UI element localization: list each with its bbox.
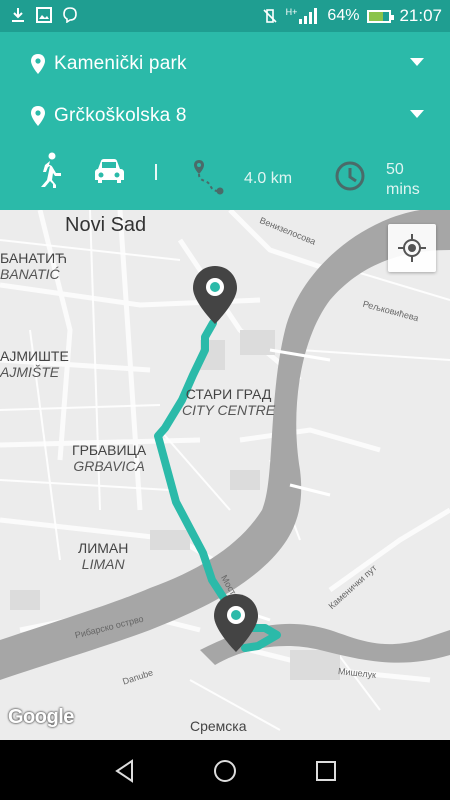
origin-selector[interactable]: Kamenički park <box>30 44 430 84</box>
location-pin-icon <box>31 54 45 74</box>
car-mode-icon[interactable] <box>92 158 126 186</box>
viber-icon <box>63 7 77 23</box>
destination-text: Grčkoškolska 8 <box>54 105 187 126</box>
mode-divider <box>155 164 157 180</box>
district-label: ГРБАВИЦА GRBAVICA <box>72 442 147 474</box>
clock-time: 21:07 <box>399 6 442 25</box>
battery-icon <box>367 9 395 23</box>
duration-value: 50 <box>386 161 404 178</box>
battery-percent: 64% <box>327 7 360 24</box>
duration-unit: mins <box>386 181 420 198</box>
duration: 50 mins <box>386 160 420 200</box>
crosshair-icon <box>398 234 426 262</box>
distance-value: 4.0 km <box>244 170 293 187</box>
city-label: Novi Sad <box>65 214 147 236</box>
walk-mode-icon[interactable] <box>36 152 66 188</box>
image-icon <box>36 7 52 23</box>
destination-selector[interactable]: Grčkoškolska 8 <box>30 96 430 136</box>
home-icon[interactable] <box>212 758 238 784</box>
travel-mode-bar: 4.0 km 50 mins <box>0 150 450 202</box>
dropdown-arrow-icon[interactable] <box>410 110 424 118</box>
district-label: АЈМИШТЕ AJMIŠTE <box>0 348 69 380</box>
district-label: Сремска <box>190 718 247 734</box>
status-bar: H+ 64% 21:07 <box>0 0 450 32</box>
district-label: СТАРИ ГРАД CITY CENTRE <box>182 386 276 418</box>
route-header: Kamenički park Grčkoškolska 8 4.0 km 50 … <box>0 32 450 210</box>
my-location-button[interactable] <box>388 224 436 272</box>
dropdown-arrow-icon[interactable] <box>410 58 424 66</box>
origin-text: Kamenički park <box>54 53 187 74</box>
download-icon <box>12 8 24 22</box>
map-canvas <box>0 210 450 731</box>
signal-icon <box>299 8 319 24</box>
location-pin-icon <box>31 106 45 126</box>
recents-icon[interactable] <box>313 758 339 784</box>
clock-icon <box>335 161 365 191</box>
google-logo: Google <box>8 706 74 728</box>
route-distance-icon <box>194 160 224 195</box>
map-view[interactable]: Novi Sad БАНАТИЋ BANATIĆ АЈМИШТЕ AJMIŠTE С… <box>0 210 450 740</box>
district-label: БАНАТИЋ BANATIĆ <box>0 250 68 282</box>
vibrate-off-icon <box>263 9 277 23</box>
android-nav-bar <box>0 740 450 800</box>
district-label: ЛИМАН LIMAN <box>78 540 129 572</box>
network-type: H+ <box>285 7 298 17</box>
back-icon[interactable] <box>112 758 138 784</box>
